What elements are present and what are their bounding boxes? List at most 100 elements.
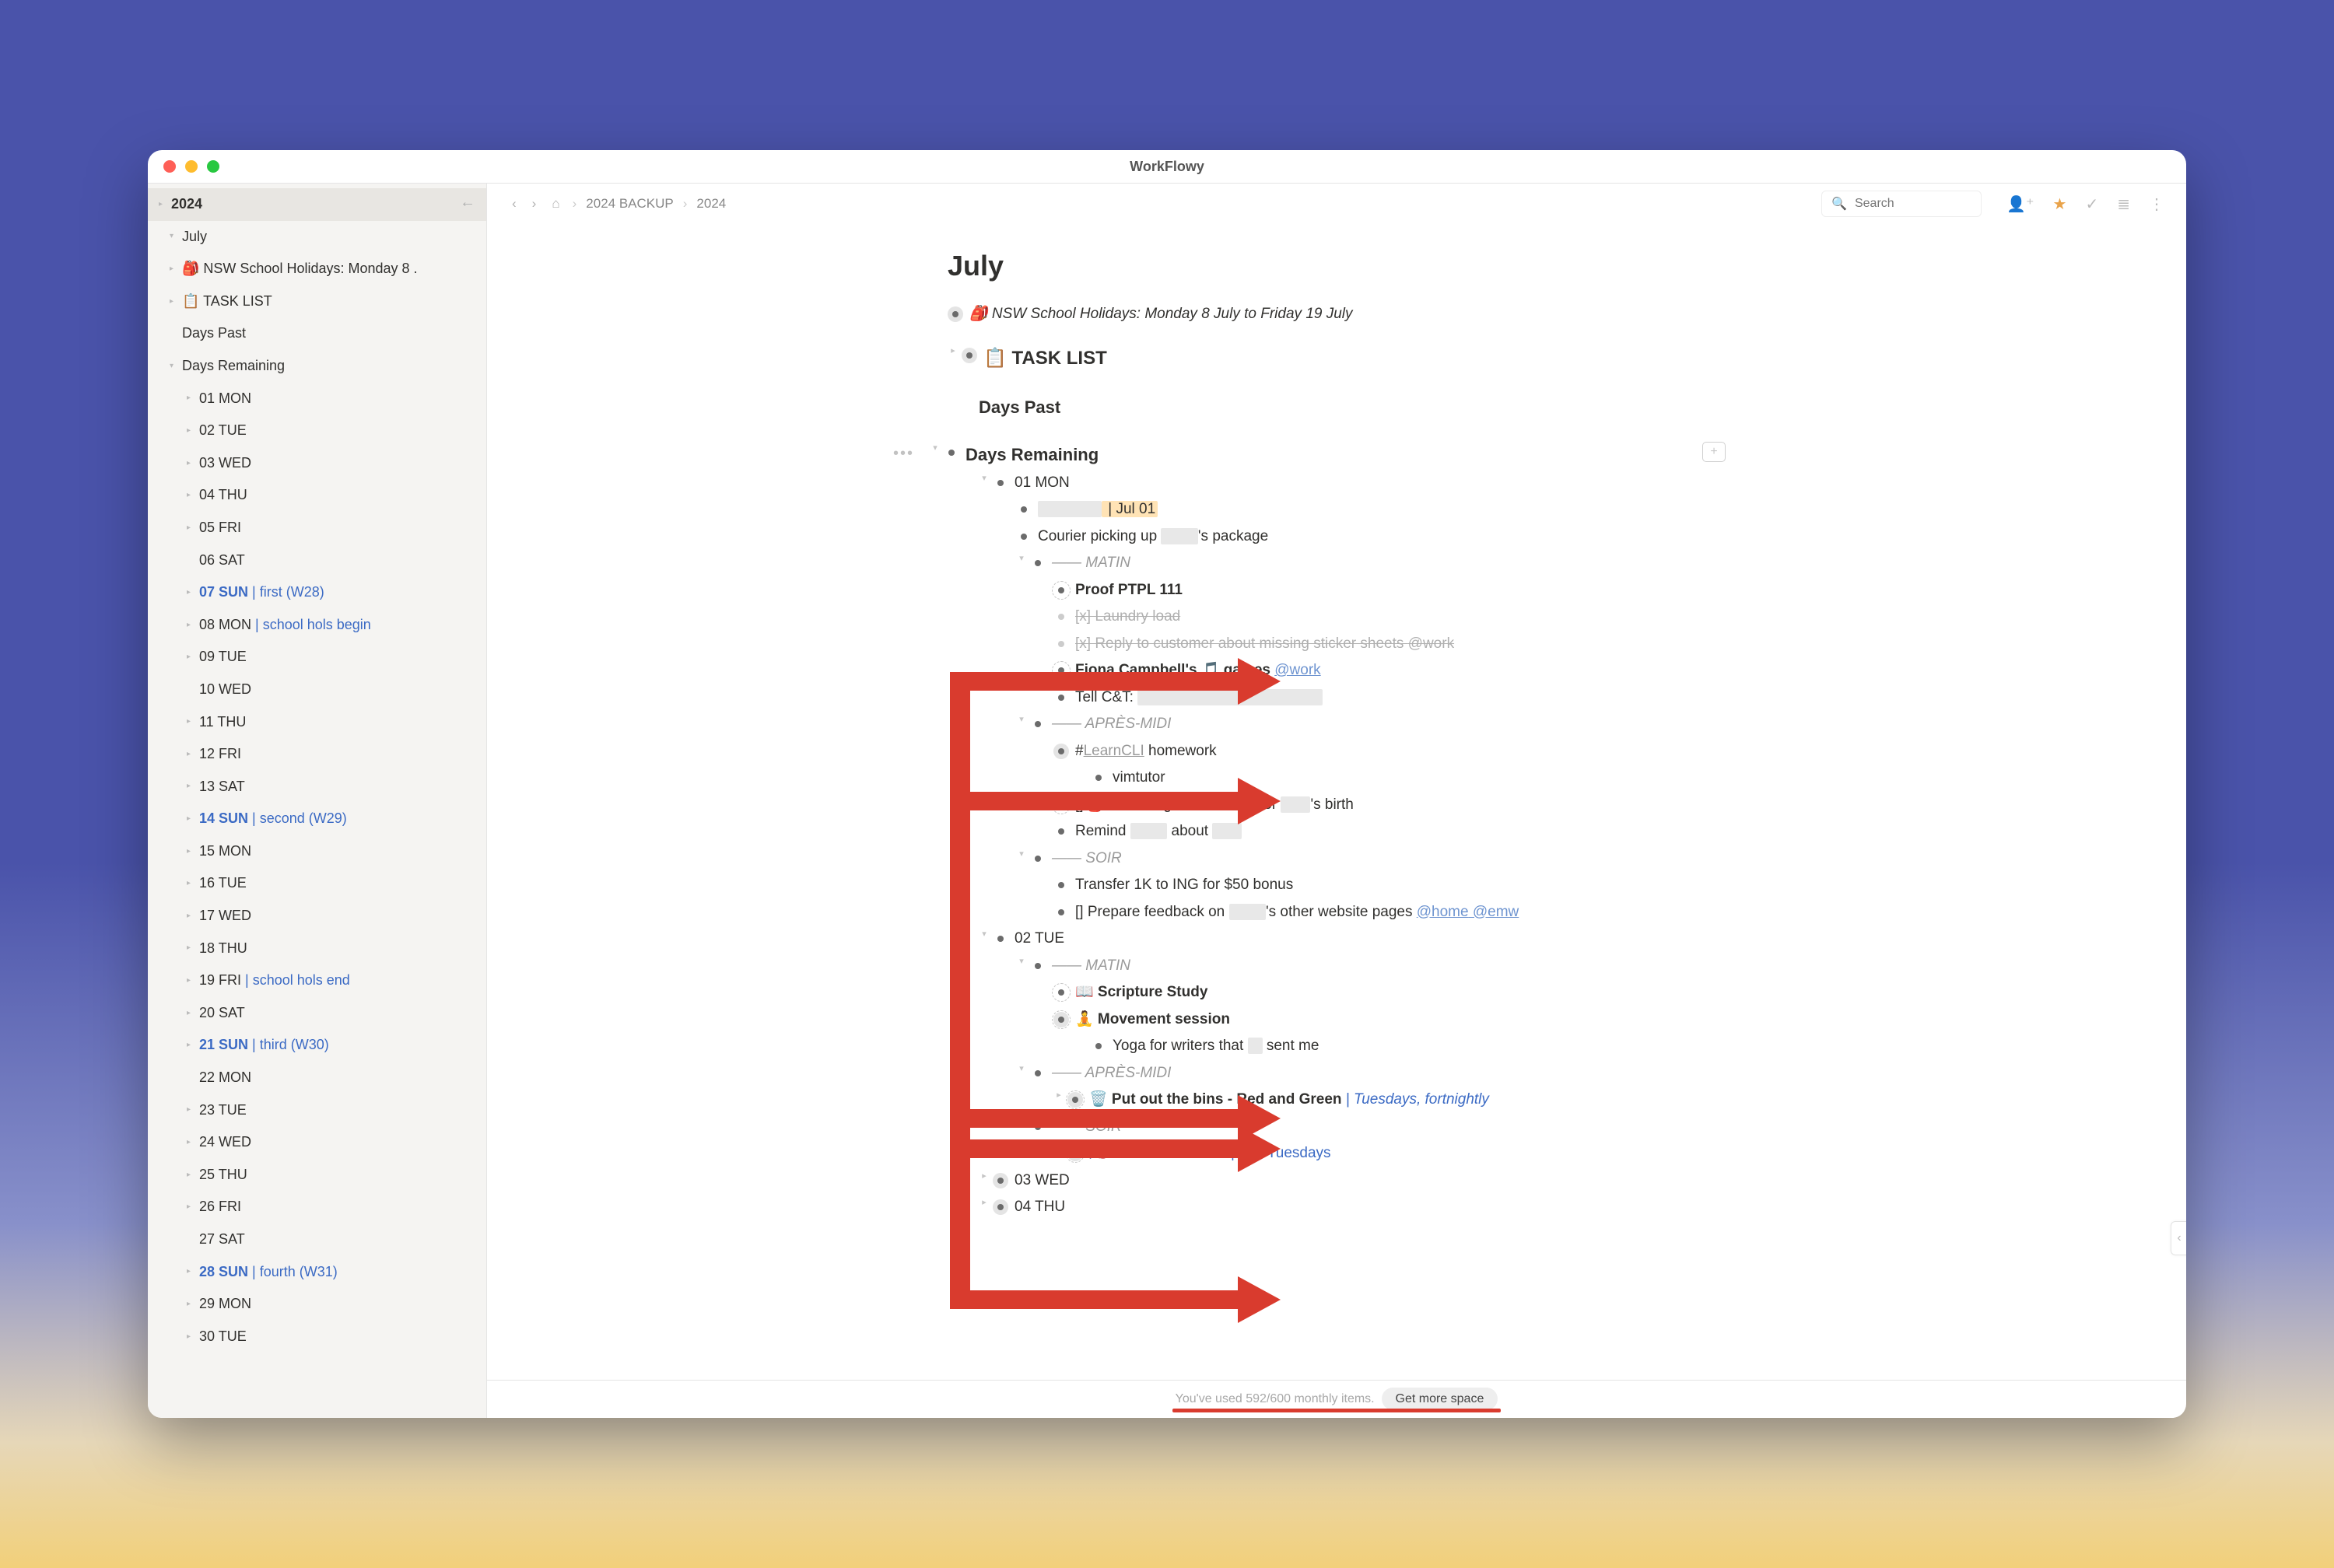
tag[interactable]: LearnCLI xyxy=(1084,743,1144,759)
sidebar-item[interactable]: ▸25 THU xyxy=(148,1159,486,1192)
sidebar-item[interactable]: ▸15 MON xyxy=(148,835,486,868)
chevron-right-icon[interactable]: ▸ xyxy=(187,1202,199,1212)
checkmark-icon[interactable]: ✓ xyxy=(2085,194,2098,214)
sidebar-item[interactable]: ▸09 TUE xyxy=(148,641,486,674)
sidebar-item[interactable]: ▸🎒 NSW School Holidays: Monday 8 . xyxy=(148,253,486,285)
chevron-right-icon[interactable]: ▸ xyxy=(187,394,199,403)
chevron-right-icon[interactable]: ▸ xyxy=(979,1196,990,1209)
list-item[interactable]: [x] Reply to customer about missing stic… xyxy=(1053,631,1726,658)
kebab-menu-icon[interactable]: ⋮ xyxy=(2149,194,2164,214)
list-item[interactable]: ••• ▾ Days Remaining + xyxy=(948,439,1726,470)
sidebar-item[interactable]: ▸01 MON xyxy=(148,383,486,415)
sidebar-item[interactable]: ▸28 SUN | fourth (W31) xyxy=(148,1256,486,1289)
list-item[interactable]: ▾ 01 MON xyxy=(979,470,1726,497)
chevron-right-icon[interactable]: ▸ xyxy=(187,943,199,953)
page-title[interactable]: July xyxy=(948,245,1726,287)
item-actions-icon[interactable]: ••• xyxy=(893,442,914,465)
list-item[interactable]: Tell C&T: xxxxxxxxxxxxxxxxxxxxxxxxx xyxy=(1053,684,1726,712)
tag[interactable]: @home xyxy=(1417,904,1469,920)
sidebar-item[interactable]: ▾Days Remaining xyxy=(148,350,486,383)
sidebar-item[interactable]: ▸08 MON | school hols begin xyxy=(148,609,486,642)
list-item[interactable]: ▸03 WED xyxy=(979,1167,1726,1195)
sidebar-back-icon[interactable]: ← xyxy=(460,193,475,212)
list-item[interactable]: Proof PTPL 111 xyxy=(1053,577,1726,604)
chevron-right-icon[interactable]: ▸ xyxy=(187,717,199,726)
list-item[interactable]: ▸04 THU xyxy=(979,1194,1726,1221)
list-item[interactable]: #LearnCLI homework xyxy=(1053,738,1726,765)
list-item[interactable]: Fiona Campbell's 🎵 games @work xyxy=(1053,657,1726,684)
chevron-right-icon[interactable]: ▸ xyxy=(187,523,199,533)
sidebar-item[interactable]: ▸29 MON xyxy=(148,1288,486,1321)
search-field[interactable] xyxy=(1853,196,1965,212)
home-icon[interactable]: ⌂ xyxy=(548,193,562,215)
breadcrumb[interactable]: 2024 BACKUP xyxy=(586,196,673,212)
chevron-right-icon[interactable]: ▸ xyxy=(170,297,182,306)
list-item[interactable]: Yoga for writers that xx sent me xyxy=(1091,1033,1726,1060)
sidebar-item[interactable]: ▸📋 TASK LIST xyxy=(148,285,486,318)
chevron-down-icon[interactable]: ▾ xyxy=(1016,713,1027,726)
chevron-right-icon[interactable]: ▸ xyxy=(187,814,199,824)
sidebar-item[interactable]: ▸26 FRI xyxy=(148,1191,486,1223)
chevron-down-icon[interactable]: ▾ xyxy=(170,232,182,241)
sidebar-item[interactable]: ▸19 FRI | school hols end xyxy=(148,964,486,997)
list-item[interactable]: Transfer 1K to ING for $50 bonus xyxy=(1053,872,1726,899)
get-more-space-button[interactable]: Get more space xyxy=(1382,1388,1498,1410)
list-item[interactable]: Remind xxxxx about xxxx xyxy=(1053,818,1726,845)
sidebar-item[interactable]: ▸18 THU xyxy=(148,933,486,965)
list-icon[interactable]: ≣ xyxy=(2117,194,2130,214)
sidebar-month[interactable]: ▾ July xyxy=(148,221,486,254)
chevron-down-icon[interactable]: ▾ xyxy=(1016,552,1027,565)
chevron-right-icon[interactable]: ▸ xyxy=(187,912,199,921)
chevron-right-icon[interactable]: ▸ xyxy=(187,1009,199,1018)
sidebar-item[interactable]: ▸30 TUE xyxy=(148,1321,486,1353)
chevron-right-icon[interactable]: ▸ xyxy=(159,200,171,209)
nav-back-icon[interactable]: ‹ xyxy=(509,193,520,215)
list-item[interactable]: ▾02 TUE xyxy=(979,926,1726,953)
chevron-right-icon[interactable]: ▸ xyxy=(187,1300,199,1309)
sidebar-item[interactable]: 06 SAT xyxy=(148,544,486,577)
sidebar-item[interactable]: ▸07 SUN | first (W28) xyxy=(148,576,486,609)
chevron-right-icon[interactable]: ▸ xyxy=(187,1041,199,1050)
add-user-icon[interactable]: 👤⁺ xyxy=(2006,194,2034,214)
list-item[interactable]: Courier picking up xxxxx's package xyxy=(1016,523,1726,551)
chevron-right-icon[interactable]: ▸ xyxy=(187,976,199,985)
list-item[interactable]: 🎒 NSW School Holidays: Monday 8 July to … xyxy=(948,301,1726,328)
chevron-right-icon[interactable]: ▸ xyxy=(170,264,182,274)
list-item[interactable]: ▸ 📋 TASK LIST xyxy=(948,342,1726,375)
list-item[interactable]: [x] Laundry load xyxy=(1053,604,1726,631)
sidebar-item[interactable]: ▸03 WED xyxy=(148,447,486,480)
list-item[interactable]: ▾—— APRÈS-MIDI xyxy=(1016,1060,1726,1087)
chevron-down-icon[interactable]: ▾ xyxy=(1016,848,1027,861)
list-item[interactable]: ▾—— MATIN xyxy=(1016,953,1726,980)
chevron-right-icon[interactable]: ▸ xyxy=(1053,1089,1064,1102)
sidebar-item[interactable]: Days Past xyxy=(148,317,486,350)
add-note-icon[interactable]: + xyxy=(1702,442,1726,462)
list-item[interactable]: 🧘 Movement session xyxy=(1053,1006,1726,1034)
chevron-right-icon[interactable]: ▸ xyxy=(187,426,199,436)
chevron-right-icon[interactable]: ▸ xyxy=(948,345,958,358)
chevron-down-icon[interactable]: ▾ xyxy=(1016,1062,1027,1076)
chevron-right-icon[interactable]: ▸ xyxy=(187,847,199,856)
chevron-down-icon[interactable]: ▾ xyxy=(1016,955,1027,968)
list-item[interactable]: ▾—— MATIN xyxy=(1016,550,1726,577)
sidebar-item[interactable]: ▸05 FRI xyxy=(148,512,486,544)
sidebar-item[interactable]: ▸11 THU xyxy=(148,706,486,739)
sidebar-root[interactable]: ▸ 2024 xyxy=(148,188,486,221)
sidebar-item[interactable]: 10 WED xyxy=(148,674,486,706)
chevron-down-icon[interactable]: ▾ xyxy=(930,442,941,455)
sidebar-item[interactable]: 27 SAT xyxy=(148,1223,486,1256)
chevron-right-icon[interactable]: ▸ xyxy=(979,1170,990,1183)
chevron-right-icon[interactable]: ▸ xyxy=(187,459,199,468)
chevron-right-icon[interactable]: ▸ xyxy=(187,621,199,630)
chevron-right-icon[interactable]: ▸ xyxy=(187,782,199,791)
chevron-down-icon[interactable]: ▾ xyxy=(170,362,182,371)
tag[interactable]: @work xyxy=(1274,662,1320,678)
chevron-right-icon[interactable]: ▸ xyxy=(187,491,199,500)
sidebar-item[interactable]: ▸13 SAT xyxy=(148,771,486,803)
chevron-right-icon[interactable]: ▸ xyxy=(187,1267,199,1276)
search-input[interactable]: 🔍 xyxy=(1821,191,1982,217)
list-item[interactable]: xxxxxxxx | Jul 01 xyxy=(1016,496,1726,523)
list-item[interactable]: ▾—— APRÈS-MIDI xyxy=(1016,711,1726,738)
chevron-down-icon[interactable]: ▾ xyxy=(979,928,990,941)
chevron-right-icon[interactable]: ▸ xyxy=(187,653,199,662)
